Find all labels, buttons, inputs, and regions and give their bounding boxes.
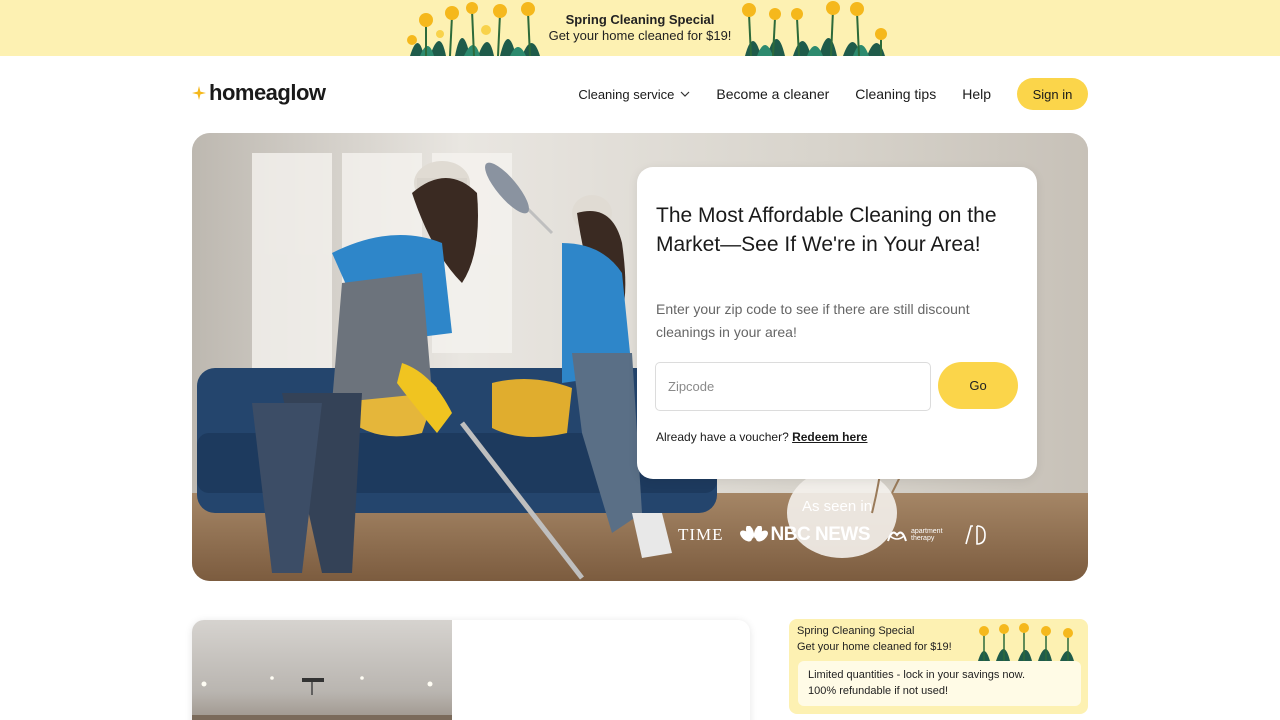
apartment-therapy-text: apartment therapy [911, 528, 943, 542]
promo-text[interactable]: Spring Cleaning Special Get your home cl… [540, 12, 740, 44]
flowers-illustration [978, 623, 1074, 661]
nbc-news-text: NBC NEWS [770, 524, 871, 545]
apartment-therapy-icon [887, 531, 907, 542]
promo-title: Spring Cleaning Special [565, 12, 715, 27]
nbc-news-logo: NBC NEWS [739, 524, 871, 546]
special-subtitle: Get your home cleaned for $19! [797, 641, 952, 653]
special-line2: 100% refundable if not used! [808, 685, 949, 697]
main-nav: Cleaning service Become a cleaner Cleani… [578, 78, 1088, 110]
promo-banner[interactable]: Spring Cleaning Special Get your home cl… [0, 0, 1280, 56]
sparkle-icon [192, 86, 206, 100]
special-title: Spring Cleaning Special [797, 625, 915, 637]
logo-text: homeaglow [209, 80, 326, 105]
hero-description: Enter your zip code to see if there are … [656, 301, 970, 340]
apartment-therapy-line1: apartment [911, 528, 943, 535]
time-logo: TIME [678, 525, 724, 544]
redeem-link[interactable]: Redeem here [792, 430, 867, 444]
go-button[interactable]: Go [938, 362, 1018, 409]
peacock-icon [739, 526, 768, 542]
special-details: Limited quantities - lock in your saving… [798, 661, 1081, 706]
spring-special-card[interactable]: Spring Cleaning Special Get your home cl… [789, 619, 1088, 714]
as-seen-in-label: As seen in [802, 498, 873, 515]
zipcode-input[interactable] [655, 362, 931, 411]
nav-cleaning-tips[interactable]: Cleaning tips [855, 86, 936, 102]
zip-search-card: The Most Affordable Cleaning on the Mark… [637, 167, 1037, 479]
chevron-down-icon [680, 91, 690, 97]
nav-cleaning-service[interactable]: Cleaning service [578, 87, 690, 102]
hero-heading: The Most Affordable Cleaning on the Mark… [656, 204, 997, 256]
flowers-illustration [407, 2, 540, 56]
sign-in-button[interactable]: Sign in [1017, 78, 1088, 110]
promo-subtitle: Get your home cleaned for $19! [548, 28, 732, 43]
voucher-text: Already have a voucher? [656, 430, 789, 444]
flowers-illustration [742, 1, 887, 56]
room-photo [192, 620, 452, 720]
apartment-therapy-logo: apartment therapy [886, 526, 943, 544]
voucher-prompt: Already have a voucher? Redeem here [656, 430, 867, 444]
feature-card [192, 620, 750, 720]
nav-help[interactable]: Help [962, 86, 991, 102]
press-logos: TIME NBC NEWS apartment therapy [678, 524, 987, 546]
architectural-digest-logo [964, 525, 986, 545]
special-line1: Limited quantities - lock in your saving… [808, 669, 1026, 681]
apartment-therapy-line2: therapy [911, 535, 935, 542]
nav-become-a-cleaner[interactable]: Become a cleaner [716, 86, 829, 102]
homeaglow-logo[interactable]: homeaglow [192, 80, 326, 106]
nav-label: Cleaning service [578, 86, 675, 102]
